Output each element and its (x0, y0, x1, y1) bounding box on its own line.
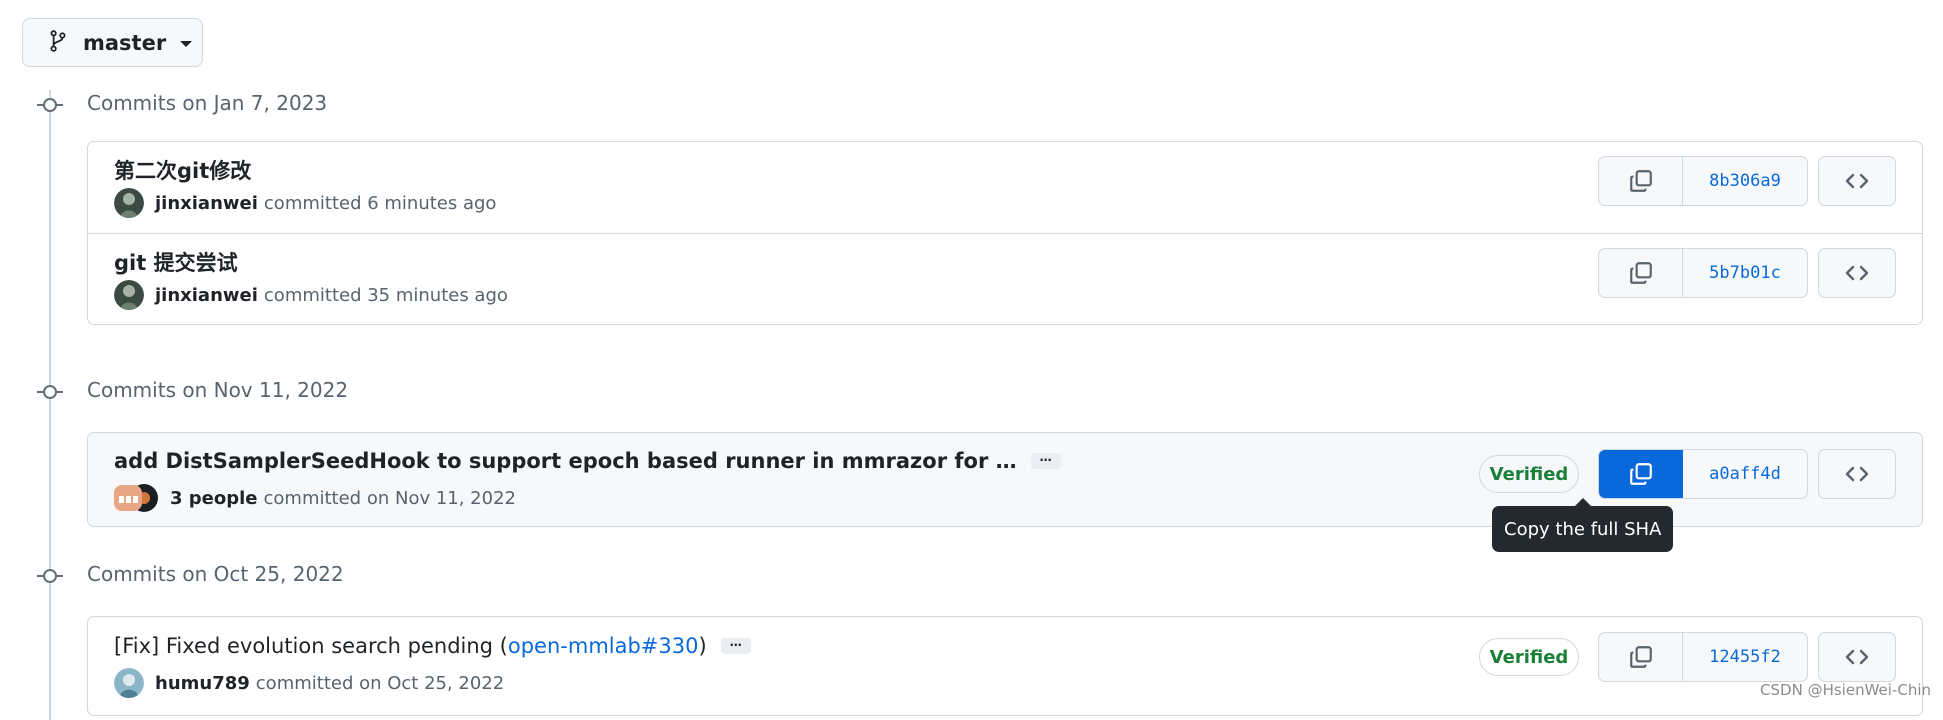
sha-button-group: 8b306a9 (1598, 156, 1808, 206)
commit-time: committed 35 minutes ago (263, 284, 508, 306)
commit-sha-link[interactable]: 8b306a9 (1683, 157, 1807, 205)
caret-down-icon (180, 41, 193, 47)
commit-message: [Fix] Fixed evolution search pending (op… (114, 634, 751, 658)
commit-time: committed on Nov 11, 2022 (263, 487, 516, 509)
branch-name: master (83, 30, 167, 55)
copy-sha-tooltip: Copy the full SHA (1492, 498, 1674, 552)
commit-sha-link[interactable]: a0aff4d (1683, 450, 1807, 498)
copy-sha-button[interactable] (1599, 450, 1683, 498)
commit-message-link[interactable]: 第二次git修改 (114, 155, 251, 185)
commit-row: [Fix] Fixed evolution search pending (op… (88, 617, 1922, 708)
author-link[interactable]: jinxianwei (155, 193, 258, 214)
expand-message-button[interactable]: … (720, 636, 751, 654)
avatar[interactable] (114, 280, 144, 310)
commit-meta: 3 people committed on Nov 11, 2022 (114, 483, 516, 513)
avatar[interactable] (114, 188, 144, 218)
browse-repo-button[interactable] (1818, 248, 1896, 298)
commit-row: git 提交尝试 jinxianwei committed 35 minutes… (88, 233, 1922, 324)
commit-list: 第二次git修改 jinxianwei committed 6 minutes … (87, 141, 1923, 325)
commit-sha-link[interactable]: 12455f2 (1683, 633, 1807, 681)
commit-message-suffix: ) (698, 634, 707, 658)
date-heading: Commits on Nov 11, 2022 (87, 378, 349, 402)
commit-meta: humu789 committed on Oct 25, 2022 (114, 668, 504, 698)
browse-repo-button[interactable] (1818, 449, 1896, 499)
copy-icon (1629, 646, 1652, 668)
copy-sha-button[interactable] (1599, 157, 1683, 205)
commit-meta: jinxianwei committed 35 minutes ago (114, 280, 508, 310)
date-heading: Commits on Oct 25, 2022 (87, 562, 344, 586)
date-heading: Commits on Jan 7, 2023 (87, 91, 328, 115)
expand-message-button[interactable]: … (1030, 451, 1061, 469)
commit-message-link[interactable]: [Fix] Fixed evolution search pending ( (114, 634, 508, 658)
browse-repo-button[interactable] (1818, 632, 1896, 682)
copy-icon (1629, 262, 1652, 284)
commit-node-icon (34, 569, 64, 583)
verified-badge[interactable]: Verified (1479, 455, 1579, 493)
branch-selector-button[interactable]: master (22, 18, 203, 67)
commit-meta: jinxianwei committed 6 minutes ago (114, 188, 496, 218)
code-icon (1845, 466, 1869, 482)
sha-button-group: 12455f2 (1598, 632, 1808, 682)
browse-repo-button[interactable] (1818, 156, 1896, 206)
commit-message-link[interactable]: git 提交尝试 (114, 247, 238, 277)
commit-time: committed 6 minutes ago (263, 192, 497, 214)
commit-sha-link[interactable]: 5b7b01c (1683, 249, 1807, 297)
commit-row: 第二次git修改 jinxianwei committed 6 minutes … (88, 142, 1922, 233)
copy-sha-button[interactable] (1599, 249, 1683, 297)
git-branch-icon (49, 29, 67, 56)
commit-node-icon (34, 98, 64, 112)
code-icon (1845, 649, 1869, 665)
commit-node-icon (34, 385, 64, 399)
commit-message: add DistSamplerSeedHook to support epoch… (114, 449, 1061, 473)
commit-message-link[interactable]: add DistSamplerSeedHook to support epoch… (114, 449, 1017, 473)
copy-sha-button[interactable] (1599, 633, 1683, 681)
copy-icon (1629, 463, 1652, 485)
verified-badge[interactable]: Verified (1479, 638, 1579, 676)
issue-link[interactable]: open-mmlab#330 (508, 634, 699, 658)
timeline-line (49, 90, 51, 720)
code-icon (1845, 173, 1869, 189)
author-link[interactable]: jinxianwei (155, 285, 258, 306)
code-icon (1845, 265, 1869, 281)
commit-time: committed on Oct 25, 2022 (255, 672, 505, 694)
avatar[interactable] (114, 668, 144, 698)
contributors-link[interactable]: 3 people (170, 488, 258, 509)
sha-button-group: a0aff4d (1598, 449, 1808, 499)
copy-icon (1629, 170, 1652, 192)
avatar-stack[interactable] (114, 483, 160, 513)
watermark: CSDN @HsienWei-Chin (1760, 681, 1931, 699)
sha-button-group: 5b7b01c (1598, 248, 1808, 298)
commit-list: [Fix] Fixed evolution search pending (op… (87, 616, 1923, 716)
author-link[interactable]: humu789 (155, 673, 250, 694)
